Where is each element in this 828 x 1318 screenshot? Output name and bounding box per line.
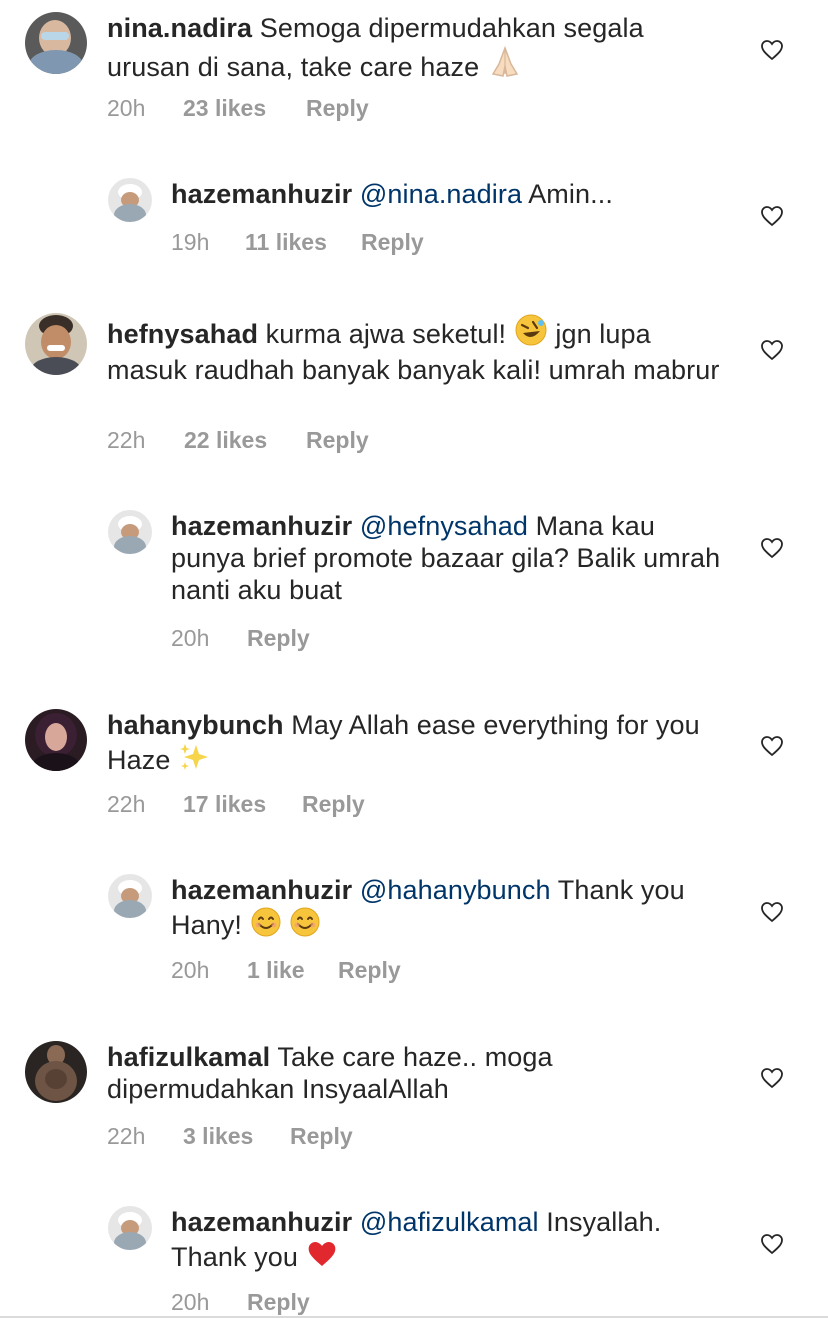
reply-button[interactable]: Reply <box>290 1123 353 1150</box>
avatar[interactable] <box>108 178 152 222</box>
heart-outline-icon[interactable] <box>760 38 784 62</box>
heart-outline-icon[interactable] <box>760 1232 784 1256</box>
mention-link[interactable]: @hafizulkamal <box>360 1207 539 1237</box>
folded-hands-icon <box>487 44 523 87</box>
comment-body: kurma ajwa seketul! <box>265 319 507 349</box>
likes-count[interactable]: 22 likes <box>184 427 267 454</box>
sparkles-icon <box>178 741 210 780</box>
heart-outline-icon[interactable] <box>760 900 784 924</box>
avatar[interactable] <box>108 874 152 918</box>
timestamp: 22h <box>107 427 146 453</box>
avatar[interactable] <box>108 510 152 554</box>
username[interactable]: hazemanhuzir <box>171 179 352 209</box>
avatar[interactable] <box>108 1206 152 1250</box>
reply-button[interactable]: Reply <box>361 229 424 256</box>
red-heart-icon <box>306 1238 338 1277</box>
reply-button[interactable]: Reply <box>247 1289 310 1316</box>
reply-button[interactable]: Reply <box>338 957 401 984</box>
reply-button[interactable]: Reply <box>302 791 365 818</box>
comment-text: hafizulkamal Take care haze.. moga diper… <box>107 1041 727 1105</box>
timestamp: 20h <box>171 1289 210 1315</box>
avatar[interactable] <box>25 12 87 74</box>
username[interactable]: hefnysahad <box>107 319 258 349</box>
smiling-face-icon <box>289 906 321 945</box>
username[interactable]: hazemanhuzir <box>171 1207 352 1237</box>
mention-link[interactable]: @hahanybunch <box>360 875 551 905</box>
comment-text: hazemanhuzir @hafizulkamal Insyallah. Th… <box>171 1206 731 1277</box>
comment-text: nina.nadira Semoga dipermudahkan segala … <box>107 12 727 87</box>
comment-text: hefnysahad kurma ajwa seketul! jgn lupa … <box>107 313 727 386</box>
reply-button[interactable]: Reply <box>247 625 310 652</box>
likes-count[interactable]: 23 likes <box>183 95 266 122</box>
comment-text: hazemanhuzir @hahanybunch Thank you Hany… <box>171 874 731 945</box>
likes-count[interactable]: 17 likes <box>183 791 266 818</box>
timestamp: 19h <box>171 229 210 255</box>
reply-button[interactable]: Reply <box>306 95 369 122</box>
avatar[interactable] <box>25 709 87 771</box>
likes-count[interactable]: 3 likes <box>183 1123 253 1150</box>
username[interactable]: nina.nadira <box>107 13 252 43</box>
timestamp: 20h <box>171 625 210 651</box>
avatar[interactable] <box>25 1041 87 1103</box>
heart-outline-icon[interactable] <box>760 536 784 560</box>
timestamp: 20h <box>171 957 210 983</box>
username[interactable]: hazemanhuzir <box>171 875 352 905</box>
heart-outline-icon[interactable] <box>760 338 784 362</box>
likes-count[interactable]: 1 like <box>247 957 305 984</box>
timestamp: 22h <box>107 791 146 817</box>
likes-count[interactable]: 11 likes <box>245 229 327 256</box>
timestamp: 22h <box>107 1123 146 1149</box>
smiling-face-icon <box>250 906 282 945</box>
comment-text: hahanybunch May Allah ease everything fo… <box>107 709 727 780</box>
mention-link[interactable]: @nina.nadira <box>360 179 522 209</box>
heart-outline-icon[interactable] <box>760 734 784 758</box>
username[interactable]: hazemanhuzir <box>171 511 352 541</box>
timestamp: 20h <box>107 95 146 121</box>
heart-outline-icon[interactable] <box>760 1066 784 1090</box>
comment-text: hazemanhuzir @hefnysahad Mana kau punya … <box>171 510 731 606</box>
comment-body: Amin... <box>528 179 613 209</box>
comment-text: hazemanhuzir @nina.nadira Amin... <box>171 178 731 210</box>
heart-outline-icon[interactable] <box>760 204 784 228</box>
username[interactable]: hafizulkamal <box>107 1042 270 1072</box>
reply-button[interactable]: Reply <box>306 427 369 454</box>
avatar[interactable] <box>25 313 87 375</box>
rolling-laughing-icon <box>514 313 548 354</box>
username[interactable]: hahanybunch <box>107 710 284 740</box>
mention-link[interactable]: @hefnysahad <box>360 511 528 541</box>
